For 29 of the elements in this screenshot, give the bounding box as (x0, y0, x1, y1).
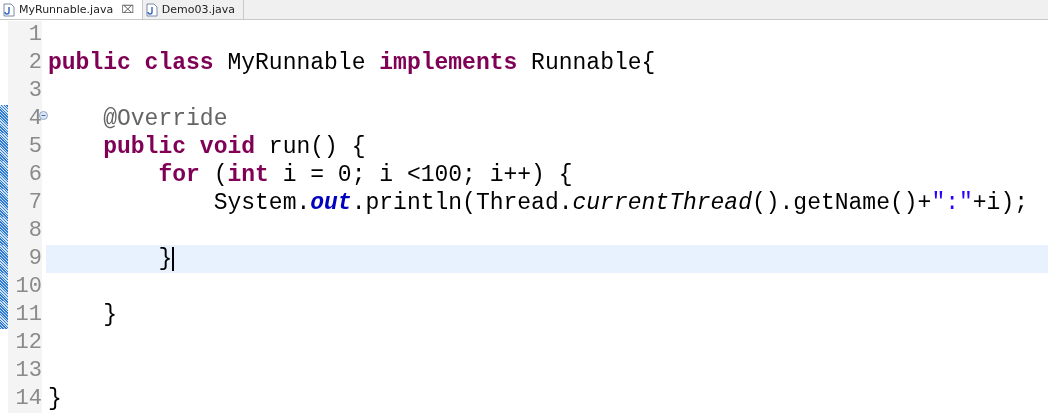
collapse-icon[interactable] (39, 111, 48, 120)
line-number: 8 (28, 217, 42, 245)
line-number: 5 (28, 133, 42, 161)
line-number: 10 (15, 273, 42, 301)
line-number: 12 (15, 329, 42, 357)
code-line: System.out.println(Thread.currentThread().getName()+":"+i); (212, 189, 1029, 217)
line-number: 2 (28, 49, 42, 77)
line-number: 14 (15, 385, 42, 413)
editor-tab[interactable]: MyRunnable.java ⌧ (0, 0, 143, 19)
code-line: public class MyRunnable implements Runnable{ (48, 49, 656, 77)
java-file-icon (145, 2, 158, 17)
code-line: } (48, 385, 62, 413)
code-line: public void run() { (102, 133, 366, 161)
line-number: 11 (15, 301, 42, 329)
line-number: 6 (28, 161, 42, 189)
editor-tab[interactable]: Demo03.java (142, 0, 245, 19)
line-number: 9 (28, 245, 42, 273)
line-number: 13 (15, 357, 42, 385)
line-number: 3 (28, 77, 42, 105)
java-file-icon (3, 2, 15, 17)
line-number: 1 (28, 21, 42, 49)
text-cursor (172, 247, 175, 271)
code-line: } (102, 301, 117, 329)
line-number: 4 (28, 105, 42, 133)
code-line: @Override (102, 105, 228, 133)
close-icon[interactable]: ⌧ (121, 3, 134, 16)
line-number: 7 (28, 189, 42, 217)
code-line: } (157, 245, 173, 273)
code-line: for (int i = 0; i <100; i++) { (157, 161, 573, 189)
